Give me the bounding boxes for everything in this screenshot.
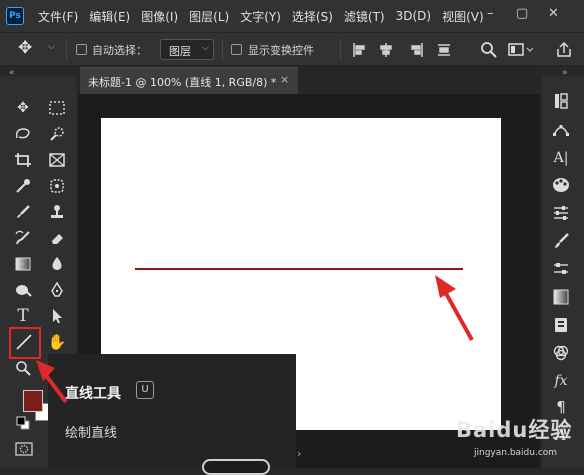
quick-select-icon[interactable] xyxy=(44,122,70,146)
eraser-icon[interactable] xyxy=(44,226,70,250)
hand-icon[interactable]: ✋ xyxy=(44,330,70,354)
gradient-icon[interactable] xyxy=(10,252,36,276)
pen-icon[interactable] xyxy=(44,278,70,302)
restore-button[interactable]: ▢ xyxy=(516,6,528,21)
menu-items: 文件(F) 编辑(E) 图像(I) 图层(L) 文字(Y) 选择(S) 滤镜(T… xyxy=(38,0,495,32)
paths-icon[interactable] xyxy=(548,119,574,141)
frame-icon[interactable] xyxy=(44,148,70,172)
divider xyxy=(66,39,67,61)
options-bar: ✥ ⌵ 自动选择： 图层 ⌵ 显示变换控件 xyxy=(0,32,584,66)
menu-image[interactable]: 图像(I) xyxy=(141,8,178,25)
watermark-url: jingyan.baidu.com xyxy=(474,448,558,458)
quick-mask-icon[interactable] xyxy=(15,442,33,456)
line-tool-tooltip: 直线工具 U 绘制直线 xyxy=(48,354,296,468)
divider xyxy=(222,39,223,61)
menu-layer[interactable]: 图层(L) xyxy=(189,8,229,25)
tool-preset-chevron-icon[interactable]: ⌵ xyxy=(48,42,55,52)
libraries-icon[interactable] xyxy=(548,314,574,336)
show-transform-label: 显示变换控件 xyxy=(248,44,314,57)
auto-select-dropdown-value: 图层 xyxy=(169,45,191,58)
workspace-icon[interactable] xyxy=(508,42,534,58)
menu-filter[interactable]: 滤镜(T) xyxy=(344,8,385,25)
align-icons xyxy=(353,43,450,57)
drawn-line[interactable] xyxy=(135,268,463,270)
history-brush-icon[interactable] xyxy=(10,226,36,250)
blur-icon[interactable] xyxy=(44,252,70,276)
menu-file[interactable]: 文件(F) xyxy=(38,8,78,25)
crop-icon[interactable] xyxy=(10,148,36,172)
document-tab[interactable]: 未标题-1 @ 100% (直线 1, RGB/8) * × xyxy=(80,67,298,94)
watermark-logo-text: Baidu经验 xyxy=(456,418,573,442)
character-icon[interactable]: A| xyxy=(548,147,574,169)
search-icon[interactable] xyxy=(480,41,498,59)
move-tool-icon[interactable]: ✥ xyxy=(18,38,32,58)
menu-edit[interactable]: 编辑(E) xyxy=(89,8,130,25)
gradients-icon[interactable] xyxy=(548,286,574,308)
adjust-icon[interactable] xyxy=(548,202,574,224)
menu-3d[interactable]: 3D(D) xyxy=(396,9,431,23)
zoom-icon[interactable] xyxy=(10,356,36,380)
spot-heal-icon[interactable] xyxy=(44,174,70,198)
photoshop-logo: Ps xyxy=(6,7,24,25)
fx-icon[interactable]: fx xyxy=(548,370,574,392)
marquee-icon[interactable] xyxy=(44,96,70,120)
tooltip-description: 绘制直线 xyxy=(65,426,118,441)
path-select-icon[interactable] xyxy=(44,304,70,328)
show-transform-checkbox[interactable] xyxy=(231,44,242,55)
foreground-color-swatch[interactable] xyxy=(23,390,43,412)
default-colors-icon[interactable] xyxy=(16,416,30,430)
properties-icon[interactable] xyxy=(548,258,574,280)
type-icon[interactable]: T xyxy=(10,304,36,328)
menu-view[interactable]: 视图(V) xyxy=(442,8,484,25)
auto-select-dropdown[interactable]: 图层 ⌵ xyxy=(160,39,214,60)
lasso-icon[interactable] xyxy=(10,122,36,146)
tooltip-shortcut-key: U xyxy=(136,381,154,399)
channels-icon[interactable] xyxy=(548,342,574,364)
status-expand-icon[interactable]: › xyxy=(297,447,301,460)
brush-icon[interactable] xyxy=(10,200,36,224)
color-icon[interactable] xyxy=(548,174,574,196)
menu-type[interactable]: 文字(Y) xyxy=(240,8,281,25)
history-icon[interactable] xyxy=(548,90,574,112)
document-tab-title: 未标题-1 @ 100% (直线 1, RGB/8) * xyxy=(88,76,277,89)
auto-select-checkbox[interactable] xyxy=(76,44,87,55)
line-tool-highlight xyxy=(9,327,41,359)
baidu-watermark: Baidu经验 jingyan.baidu.com xyxy=(448,414,580,464)
move-icon[interactable]: ✥ xyxy=(10,96,36,120)
menu-select[interactable]: 选择(S) xyxy=(292,8,333,25)
brushes-icon[interactable] xyxy=(548,230,574,252)
auto-select-label: 自动选择： xyxy=(92,44,147,57)
chevron-down-icon: ⌵ xyxy=(202,43,209,53)
minimize-button[interactable]: – xyxy=(487,6,494,21)
close-window-button[interactable]: ✕ xyxy=(548,6,559,21)
menu-bar: Ps 文件(F) 编辑(E) 图像(I) 图层(L) 文字(Y) 选择(S) 滤… xyxy=(0,0,584,32)
eyedropper-icon[interactable] xyxy=(10,174,36,198)
share-icon[interactable] xyxy=(555,41,573,59)
stamp-icon[interactable] xyxy=(44,200,70,224)
tooltip-title: 直线工具 xyxy=(65,386,121,402)
divider xyxy=(340,39,341,61)
status-pill xyxy=(202,459,270,475)
close-icon[interactable]: × xyxy=(280,73,289,86)
dodge-icon[interactable] xyxy=(10,278,36,302)
